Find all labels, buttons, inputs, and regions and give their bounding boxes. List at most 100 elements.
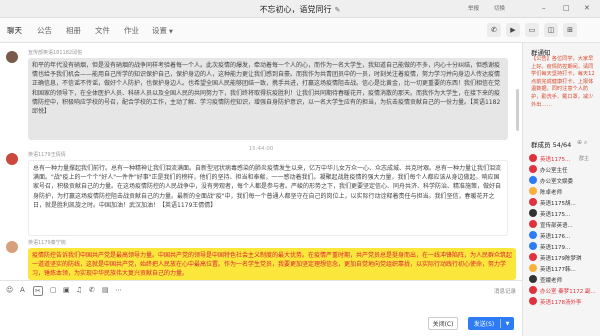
sender-name: 英语1179王倩倩 <box>28 152 66 158</box>
member-item[interactable]: 办公室文娱委 <box>527 175 599 186</box>
message-bubble[interactable]: 疫情防控告诉我们中国共产党是最高领导力量。中国共产党的领导是中国特色社会主义制度… <box>28 248 516 280</box>
send-label: 发送(S) <box>473 321 495 328</box>
switch-menu[interactable]: 切换 <box>494 4 505 12</box>
member-name: 陈卓老师 <box>540 190 563 196</box>
member-item[interactable]: 办公室 秦梦1172 副... <box>527 285 599 296</box>
avatar[interactable] <box>529 231 537 239</box>
avatar[interactable] <box>529 253 537 261</box>
member-item[interactable]: 英语1175... <box>527 208 599 219</box>
owner-badge: 群主 <box>579 156 590 162</box>
member-item[interactable]: 宣传部英语... <box>527 219 599 230</box>
tab-chat[interactable]: 聊天 <box>7 25 22 45</box>
title-bar: 不忘初心，语党同行 ✎ 举报 切换 – □ ✕ <box>0 0 600 18</box>
video-icon[interactable]: ▶ <box>506 23 520 37</box>
avatar[interactable] <box>529 286 537 294</box>
member-list[interactable]: 英语1175... 群主办公室主任办公室文娱委 陈卓老师英语1175胡... 英语11… <box>527 153 599 307</box>
member-name: 英语1175... <box>540 157 571 163</box>
more-icon[interactable]: ⊞ <box>563 23 577 37</box>
avatar[interactable] <box>529 187 537 195</box>
member-name: 英语1175... <box>540 212 571 218</box>
tab-bar: 聊天 公告 相册 文件 作业 设置 ▼ ✆ ▶ ▭ ◫ ⊞ <box>0 18 600 45</box>
member-name: 查娥老师 <box>540 278 563 284</box>
pencil-icon[interactable]: ✎ <box>335 6 341 14</box>
avatar[interactable] <box>529 275 537 283</box>
window-title: 不忘初心，语党同行 ✎ <box>0 4 600 15</box>
member-name: 办公室文娱委 <box>540 179 574 185</box>
member-item[interactable]: 英语1179... <box>527 241 599 252</box>
tab-album[interactable]: 相册 <box>66 25 81 36</box>
tab-homework[interactable]: 作业 <box>124 25 139 36</box>
search-icon[interactable]: ⌕ <box>584 139 587 146</box>
chat-scrollbar[interactable] <box>516 89 519 131</box>
group-apps-icon[interactable]: ◫ <box>544 23 558 37</box>
group-notice-text[interactable]: 【公告】各位同学，大家早上好。疫情防控期间，请同学们每天坚持打卡，每天12点前完… <box>531 56 597 109</box>
members-header: 群成员 54/64 ⊕ ⌕ <box>531 139 587 149</box>
avatar[interactable] <box>529 176 537 184</box>
member-item[interactable]: 英语1178汤外李 <box>527 296 599 307</box>
emoji-icon[interactable]: ☺ <box>6 286 13 294</box>
avatar[interactable] <box>529 198 537 206</box>
minimize-icon[interactable]: – <box>542 4 546 12</box>
message-item: 英语1179王倩倩 总有一种力量撑起我们前行。总有一种精神让我们泪流满面。自新型… <box>6 151 516 237</box>
member-name: 英语1179... <box>540 245 571 251</box>
member-item[interactable]: 查娥老师 <box>527 274 599 285</box>
tab-files[interactable]: 文件 <box>95 25 110 36</box>
send-button[interactable]: 发送(S) ▼ <box>468 317 514 330</box>
message-bubble[interactable]: 和平的年代没有硝烟，但是没有硝烟的战争同样考验着每一个人。此次疫情的爆发，牵动着… <box>28 58 508 140</box>
avatar[interactable] <box>529 297 537 305</box>
avatar[interactable] <box>529 242 537 250</box>
avatar[interactable] <box>529 165 537 173</box>
chevron-down-icon[interactable]: ▼ <box>501 321 514 327</box>
member-name: 英语1176... <box>540 234 571 240</box>
scissors-icon[interactable]: ✂ <box>33 286 43 296</box>
folder-icon[interactable]: ▢ <box>50 286 57 294</box>
member-item[interactable]: 英语1175胡... <box>527 197 599 208</box>
phone-icon[interactable]: ✆ <box>89 286 95 294</box>
member-name: 英语1177韩... <box>540 267 576 273</box>
font-icon[interactable]: A <box>20 286 25 294</box>
member-item[interactable]: 英语1176... <box>527 230 599 241</box>
message-item: 英语1179秦宁婉 疫情防控告诉我们中国共产党是最高领导力量。中国共产党的领导是… <box>6 239 516 280</box>
member-item[interactable]: 英语1177韩... <box>527 263 599 274</box>
member-name: 英语1175胡... <box>540 201 576 207</box>
chat-area[interactable]: 宣传部英语181182邱悦 和平的年代没有硝烟，但是没有硝烟的战争同样考验着每一… <box>0 43 522 280</box>
right-panel: 群通知 【公告】各位同学，大家早上好。疫情防控期间，请同学们每天坚持打卡，每天1… <box>522 43 600 336</box>
members-count: 54/64 <box>552 141 572 149</box>
avatar[interactable] <box>529 220 537 228</box>
avatar[interactable] <box>529 264 537 272</box>
member-name: 英语1179陈梦琪 <box>540 256 582 262</box>
member-item[interactable]: 办公室主任 <box>527 164 599 175</box>
message-bubble[interactable]: 总有一种力量撑起我们前行。总有一种精神让我们泪流满面。自新型冠状病毒感染的肺炎疫… <box>28 160 508 236</box>
tab-settings[interactable]: 设置 ▼ <box>152 25 173 36</box>
more-icon[interactable]: ⋯ <box>115 286 122 294</box>
avatar[interactable] <box>529 154 537 162</box>
group-name: 不忘初心，语党同行 <box>259 5 332 14</box>
screen-share-icon[interactable]: ▭ <box>525 23 539 37</box>
tab-settings-label: 设置 <box>152 26 167 35</box>
tab-announcement[interactable]: 公告 <box>37 25 52 36</box>
report-menu[interactable]: 举报 <box>468 4 479 12</box>
member-name: 办公室主任 <box>540 168 568 174</box>
phone-icon[interactable]: ✆ <box>487 23 501 37</box>
close-button[interactable]: 关闭(C) <box>428 317 458 330</box>
red-packet-icon[interactable]: ▤ <box>102 286 109 294</box>
chevron-down-icon: ▼ <box>169 29 173 35</box>
member-item[interactable]: 英语1179陈梦琪 <box>527 252 599 263</box>
members-title: 群成员 <box>531 141 551 149</box>
message-history-link[interactable]: 消息记录 <box>494 287 516 295</box>
sender-name: 英语1179秦宁婉 <box>28 240 66 246</box>
avatar[interactable] <box>529 209 537 217</box>
music-icon[interactable]: ♫ <box>76 286 82 294</box>
message-item: 宣传部英语181182邱悦 和平的年代没有硝烟，但是没有硝烟的战争同样考验着每一… <box>6 49 516 140</box>
input-area[interactable]: ☺ A ✂ ▢ ▣ ♫ ✆ ▤ ⋯ 消息记录 关闭(C) 发送(S) ▼ <box>0 280 522 336</box>
avatar[interactable] <box>6 241 18 253</box>
member-item[interactable]: 陈卓老师 <box>527 186 599 197</box>
avatar[interactable] <box>6 153 18 165</box>
close-icon[interactable]: ✕ <box>584 4 590 12</box>
avatar[interactable] <box>6 51 18 63</box>
maximize-icon[interactable]: □ <box>563 4 570 12</box>
member-name: 英语1178汤外李 <box>540 300 582 306</box>
image-icon[interactable]: ▣ <box>63 286 70 294</box>
add-member-icon[interactable]: ⊕ <box>577 139 582 146</box>
member-item[interactable]: 英语1175... 群主 <box>527 153 599 164</box>
